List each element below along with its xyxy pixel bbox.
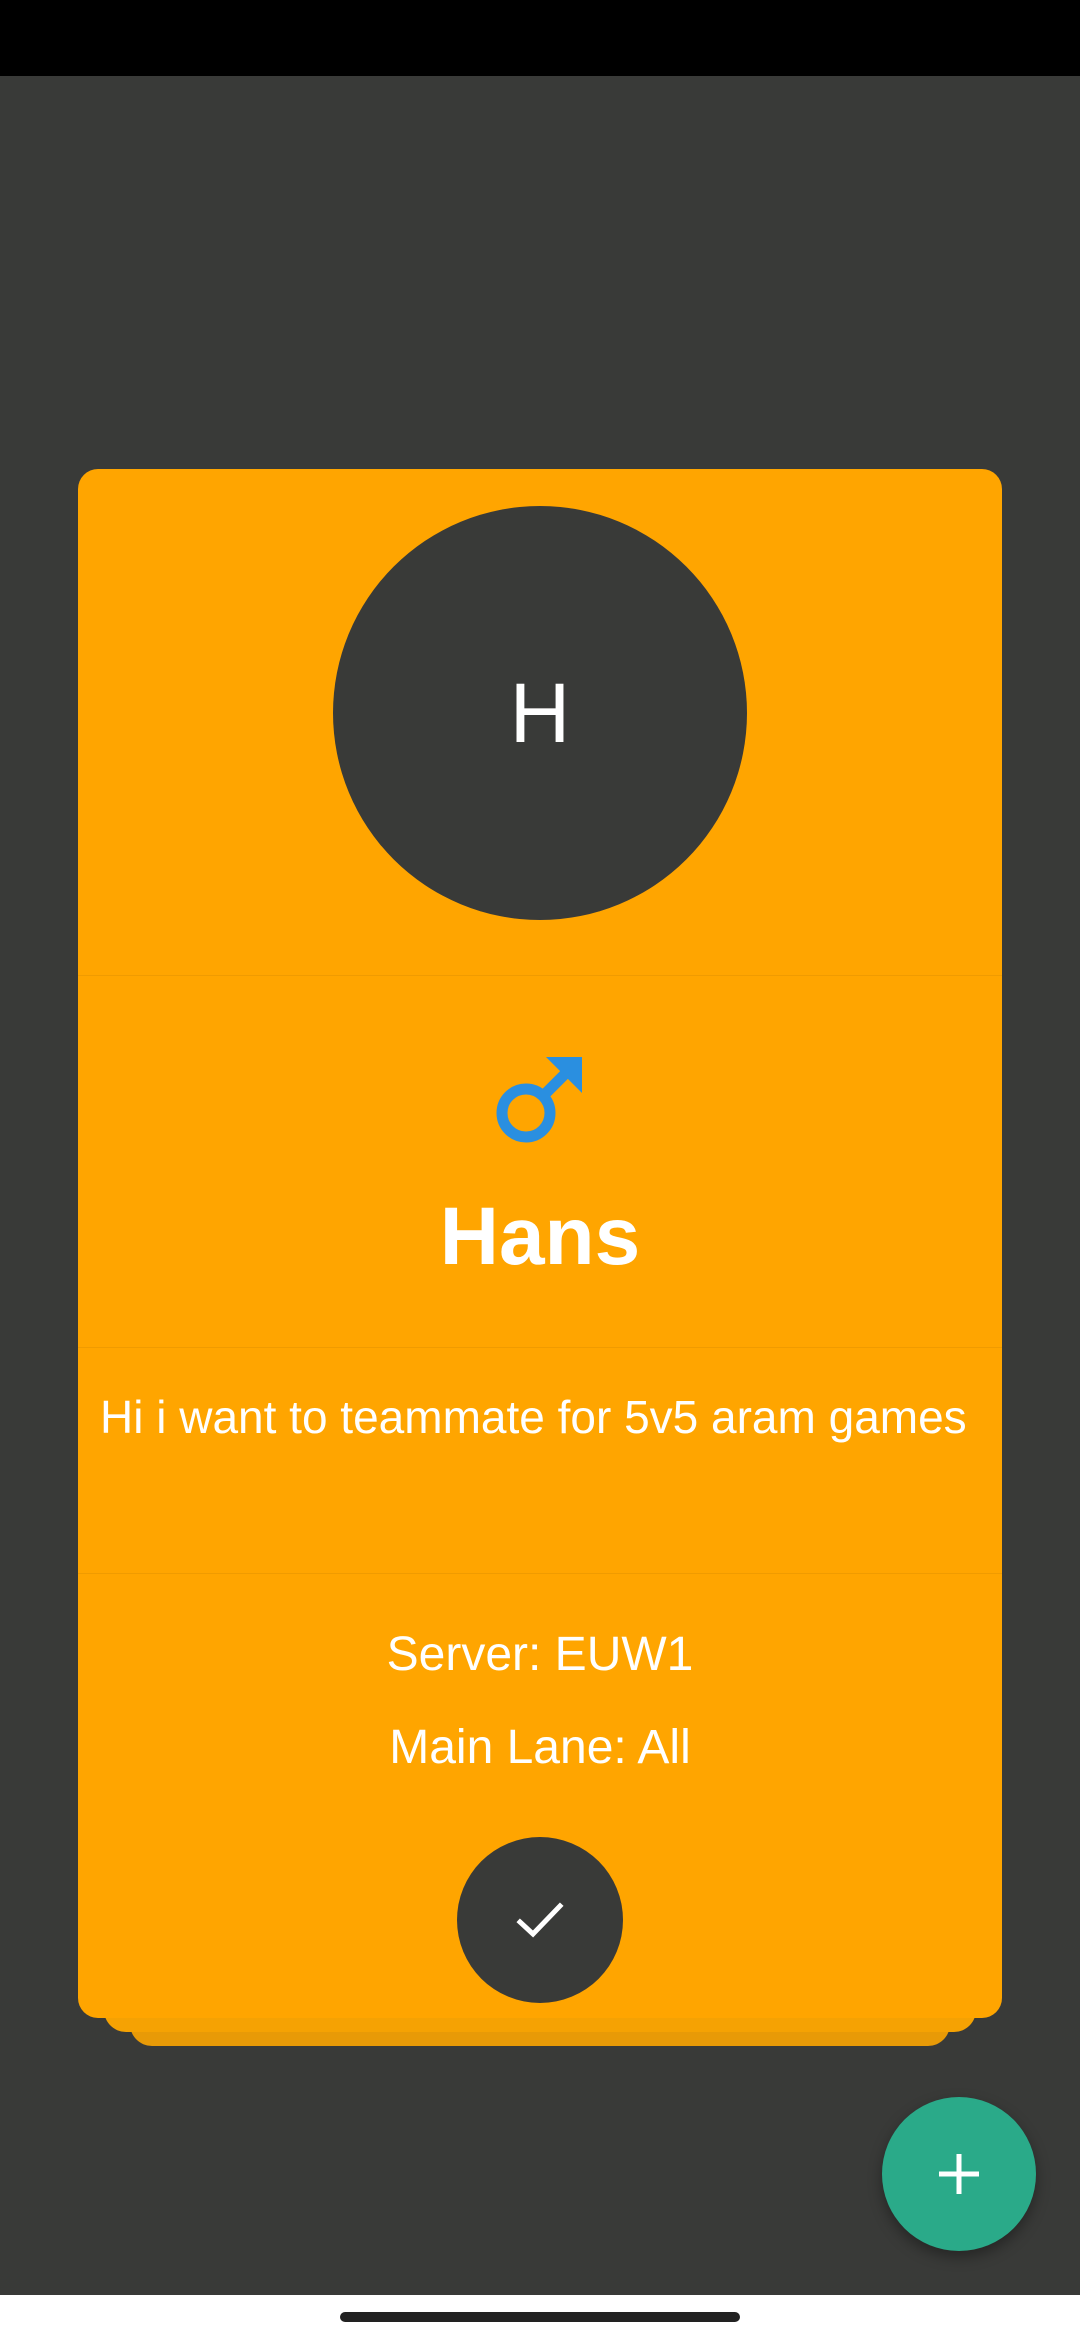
server-label: Server: EUW1 — [386, 1628, 694, 1681]
main-lane-label: Main Lane: All — [389, 1721, 691, 1774]
male-symbol-icon — [496, 1057, 582, 1143]
description-section: Hi i want to teammate for 5v5 aram games — [78, 1347, 1002, 1574]
add-fab-button[interactable] — [882, 2097, 1036, 2251]
avatar-initial: H — [509, 665, 571, 760]
home-indicator[interactable] — [340, 2312, 740, 2322]
avatar: H — [333, 506, 747, 920]
status-bar — [0, 0, 1080, 76]
info-section: Server: EUW1 Main Lane: All — [78, 1573, 1002, 2018]
name-section: Hans — [78, 975, 1002, 1348]
confirm-button[interactable] — [457, 1837, 623, 2003]
profile-card[interactable]: H Hans Hi i want to teammate for 5v5 ara… — [78, 469, 1002, 2018]
profile-name: Hans — [439, 1191, 641, 1282]
navigation-bar — [0, 2295, 1080, 2340]
plus-icon — [939, 2154, 979, 2194]
avatar-section: H — [78, 469, 1002, 976]
profile-description: Hi i want to teammate for 5v5 aram games — [100, 1391, 967, 1443]
check-icon — [516, 1902, 564, 1938]
